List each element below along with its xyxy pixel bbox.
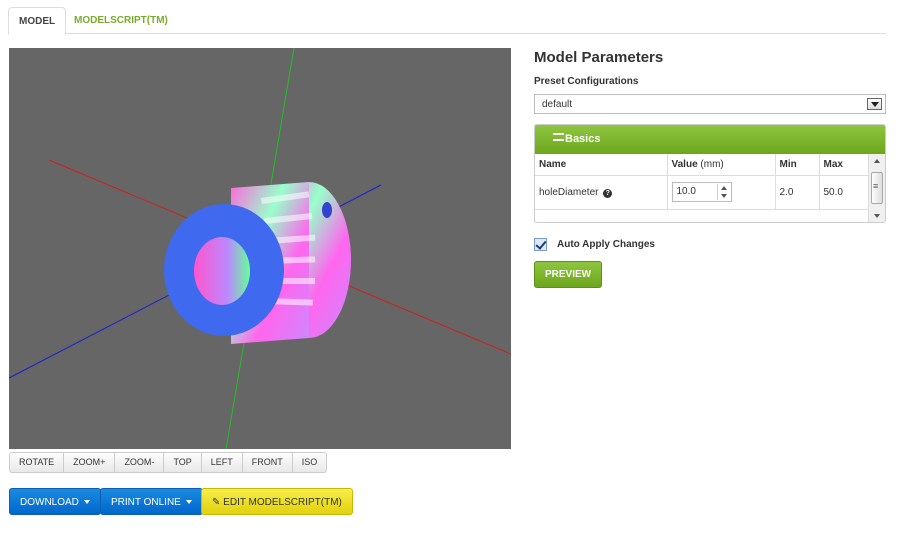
download-label: DOWNLOAD: [20, 497, 79, 508]
grid-header-row: Name Value (mm) Min Max: [535, 154, 869, 176]
zoom-in-button[interactable]: ZOOM+: [64, 453, 116, 472]
column-value: Value (mm): [667, 154, 776, 176]
column-value-label: Value: [671, 158, 698, 170]
basics-title: Basics: [565, 133, 601, 145]
scroll-up-icon[interactable]: [874, 159, 880, 163]
param-name-cell: holeDiameter ?: [535, 175, 668, 210]
hole-diameter-value: 10.0: [676, 186, 696, 197]
hole-diameter-input[interactable]: 10.0: [671, 182, 732, 202]
page-title: Model Parameters: [534, 49, 664, 66]
param-max-cell: 50.0: [819, 175, 869, 210]
param-min-cell: 2.0: [775, 175, 820, 210]
column-value-unit: (mm): [700, 158, 724, 170]
preset-label: Preset Configurations: [534, 76, 639, 87]
column-name: Name: [535, 154, 668, 176]
front-view-button[interactable]: FRONT: [243, 453, 293, 472]
top-view-button[interactable]: TOP: [164, 453, 202, 472]
set-screw-hole: [322, 202, 332, 218]
table-row: holeDiameter ? 10.0 2.0 50.0: [535, 175, 869, 210]
edit-modelscript-button[interactable]: ✎ EDIT MODELSCRIPT(TM): [201, 488, 353, 515]
preview-button[interactable]: PREVIEW: [534, 261, 603, 288]
print-online-button[interactable]: PRINT ONLINE: [100, 488, 203, 515]
basics-header[interactable]: Basics: [535, 125, 885, 154]
param-name: holeDiameter: [539, 186, 599, 198]
grid-scrollbar[interactable]: [868, 154, 885, 222]
list-icon: [553, 133, 564, 141]
param-value-cell: 10.0: [667, 175, 776, 210]
scroll-thumb[interactable]: [871, 172, 883, 204]
model-render: [9, 48, 511, 449]
auto-apply-row: Auto Apply Changes: [534, 238, 655, 251]
basics-panel: Basics Name Value (mm) Min Max holeDiame…: [534, 124, 886, 223]
spin-up-icon[interactable]: [718, 184, 730, 192]
chevron-down-icon[interactable]: [867, 98, 882, 110]
spin-down-icon[interactable]: [718, 192, 730, 200]
auto-apply-checkbox[interactable]: [534, 238, 547, 251]
preset-select[interactable]: default: [534, 94, 886, 114]
rotate-button[interactable]: ROTATE: [10, 453, 65, 472]
chevron-down-icon: [83, 500, 90, 505]
view-toolbar: ROTATE ZOOM+ ZOOM- TOP LEFT FRONT ISO: [9, 452, 328, 473]
edit-modelscript-label: EDIT MODELSCRIPT(TM): [223, 497, 342, 508]
download-button[interactable]: DOWNLOAD: [9, 488, 101, 515]
tab-model[interactable]: MODEL: [8, 7, 67, 35]
tab-bar: MODEL MODELSCRIPT(TM): [8, 7, 886, 35]
left-view-button[interactable]: LEFT: [202, 453, 243, 472]
value-spinner[interactable]: [716, 184, 730, 200]
parameter-grid: Name Value (mm) Min Max holeDiameter ? 1…: [535, 154, 869, 210]
edit-icon: ✎: [212, 497, 221, 508]
model-viewport[interactable]: [9, 48, 511, 449]
column-min: Min: [775, 154, 820, 176]
pulley-bore: [194, 237, 250, 305]
preset-value: default: [542, 99, 573, 110]
help-icon[interactable]: ?: [603, 188, 613, 198]
scroll-down-icon[interactable]: [874, 214, 880, 218]
tab-modelscript[interactable]: MODELSCRIPT(TM): [64, 7, 178, 35]
print-online-label: PRINT ONLINE: [111, 497, 181, 508]
zoom-out-button[interactable]: ZOOM-: [115, 453, 165, 472]
auto-apply-label: Auto Apply Changes: [557, 239, 655, 250]
column-max: Max: [819, 154, 869, 176]
iso-view-button[interactable]: ISO: [293, 453, 327, 472]
chevron-down-icon: [185, 500, 192, 505]
